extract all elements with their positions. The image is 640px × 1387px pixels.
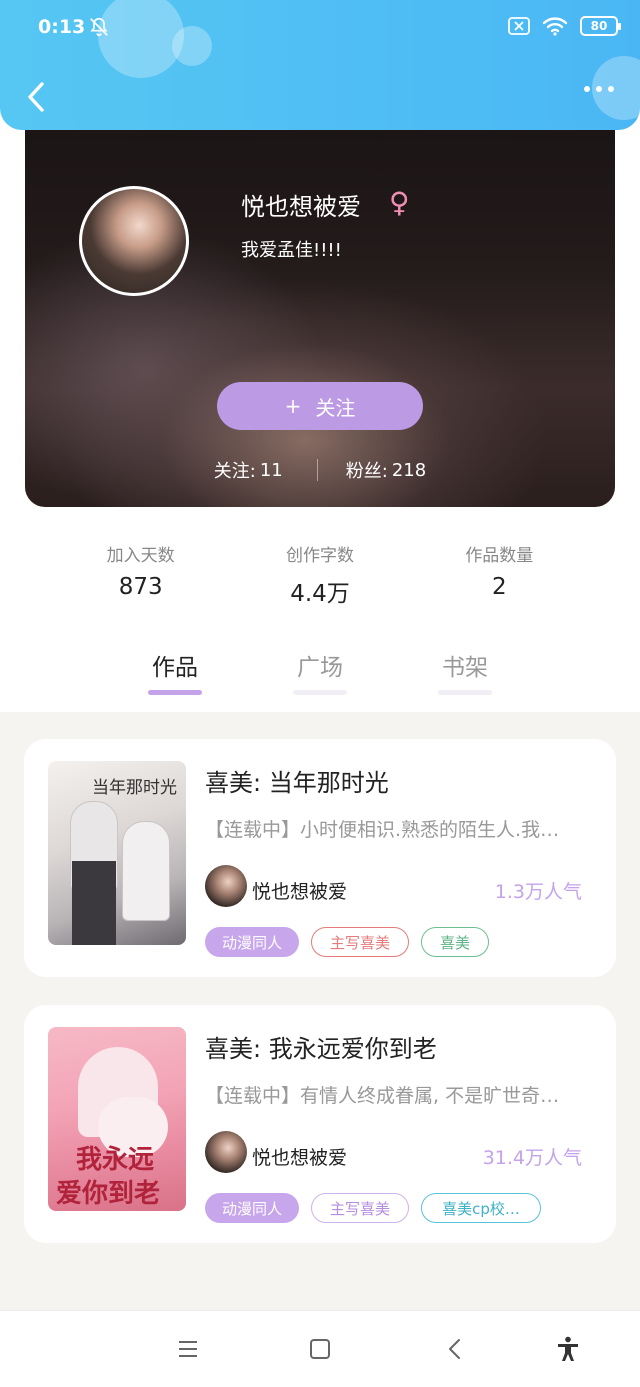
dot-icon: [584, 86, 590, 92]
tag[interactable]: 主写喜美: [311, 927, 409, 957]
tag[interactable]: 喜美cp校…: [421, 1193, 541, 1223]
tag-list: 动漫同人 主写喜美 喜美cp校…: [205, 1193, 541, 1223]
book-cover[interactable]: 当年那时光: [48, 761, 186, 945]
stat-label: 作品数量: [465, 546, 534, 566]
fans-label[interactable]: 粉丝:: [346, 457, 388, 483]
tag[interactable]: 动漫同人: [205, 1193, 299, 1223]
home-square-icon[interactable]: [306, 1335, 334, 1363]
app-header: 0:13 80: [0, 0, 640, 130]
menu-icon[interactable]: [174, 1335, 202, 1363]
stats-card: 加入天数 873 创作字数 4.4万 作品数量 2: [51, 507, 589, 629]
book-card[interactable]: 当年那时光 喜美: 当年那时光 【连载中】小时便相识.熟悉的陌生人.我… 悦也想…: [24, 739, 616, 977]
author-name[interactable]: 悦也想被爱: [252, 877, 347, 904]
following-label[interactable]: 关注:: [214, 457, 256, 483]
decor-bubble: [172, 26, 212, 66]
stat-label: 加入天数: [106, 546, 175, 566]
tab-label: 作品: [152, 655, 198, 681]
author-avatar[interactable]: [205, 865, 247, 907]
dot-icon: [608, 86, 614, 92]
cover-figure: [72, 861, 116, 945]
stat-label: 创作字数: [285, 546, 354, 566]
system-navigation-bar: [0, 1310, 640, 1387]
book-description: 【连载中】有情人终成眷属, 不是旷世奇…: [205, 1085, 560, 1107]
back-arrow-icon[interactable]: [22, 80, 52, 114]
tab-label: 书架: [442, 655, 488, 681]
book-title[interactable]: 喜美: 当年那时光: [205, 763, 389, 798]
bell-muted-icon: [90, 17, 108, 37]
status-time: 0:13: [38, 16, 86, 38]
tab-indicator: [148, 690, 202, 695]
tag[interactable]: 喜美: [421, 927, 489, 957]
accessibility-icon[interactable]: [554, 1335, 582, 1363]
fans-count[interactable]: 218: [392, 460, 426, 481]
tab-indicator: [293, 690, 347, 695]
sim-off-icon: [508, 17, 530, 35]
back-icon[interactable]: [441, 1335, 469, 1363]
book-card[interactable]: 我永远 爱你到老 喜美: 我永远爱你到老 【连载中】有情人终成眷属, 不是旷世奇…: [24, 1005, 616, 1243]
book-title[interactable]: 喜美: 我永远爱你到老: [205, 1029, 437, 1064]
tab-label: 广场: [297, 655, 343, 681]
decor-bubble: [98, 0, 184, 78]
stat-works-count: 作品数量 2: [419, 541, 579, 629]
book-cover[interactable]: 我永远 爱你到老: [48, 1027, 186, 1211]
wifi-icon: [542, 17, 568, 36]
tag[interactable]: 动漫同人: [205, 927, 299, 957]
popularity-count: 1.3万人气: [494, 881, 582, 903]
stat-value: 873: [118, 574, 163, 600]
cover-figure: [122, 821, 170, 921]
battery-indicator: 80: [580, 16, 621, 36]
tag[interactable]: 主写喜美: [311, 1193, 409, 1223]
tab-works[interactable]: 作品: [140, 648, 210, 695]
popularity-count: 31.4万人气: [482, 1147, 582, 1169]
stat-value: 2: [491, 574, 507, 600]
tab-square[interactable]: 广场: [285, 648, 355, 695]
follow-counts: 关注: 11 粉丝: 218: [25, 457, 615, 483]
stat-value: 4.4万: [290, 581, 350, 607]
stat-join-days: 加入天数 873: [61, 541, 221, 629]
dot-icon: [596, 86, 602, 92]
plus-icon: +: [284, 394, 302, 418]
cover-title: 爱你到老: [56, 1179, 161, 1209]
divider: [316, 459, 318, 481]
book-description: 【连载中】小时便相识.熟悉的陌生人.我…: [205, 819, 560, 841]
tag-list: 动漫同人 主写喜美 喜美: [205, 927, 489, 957]
avatar[interactable]: [79, 186, 189, 296]
author-avatar[interactable]: [205, 1131, 247, 1173]
following-count[interactable]: 11: [260, 460, 283, 481]
user-bio: 我爱孟佳!!!!: [241, 240, 342, 261]
stat-word-count: 创作字数 4.4万: [240, 541, 400, 629]
more-options-button[interactable]: [584, 86, 614, 92]
tab-indicator: [438, 690, 492, 695]
cover-title: 当年那时光: [92, 778, 177, 798]
user-nickname: 悦也想被爱: [241, 193, 361, 221]
follow-button-label: 关注: [315, 395, 356, 420]
follow-button[interactable]: + 关注: [217, 382, 423, 430]
female-gender-icon: ♀: [389, 186, 410, 219]
profile-card: 悦也想被爱 ♀ 我爱孟佳!!!! + 关注 关注: 11 粉丝: 218: [25, 110, 615, 507]
author-name[interactable]: 悦也想被爱: [252, 1143, 347, 1170]
cover-title: 我永远: [76, 1145, 155, 1175]
tab-bookshelf[interactable]: 书架: [430, 648, 500, 695]
status-icons: 80: [508, 16, 621, 36]
